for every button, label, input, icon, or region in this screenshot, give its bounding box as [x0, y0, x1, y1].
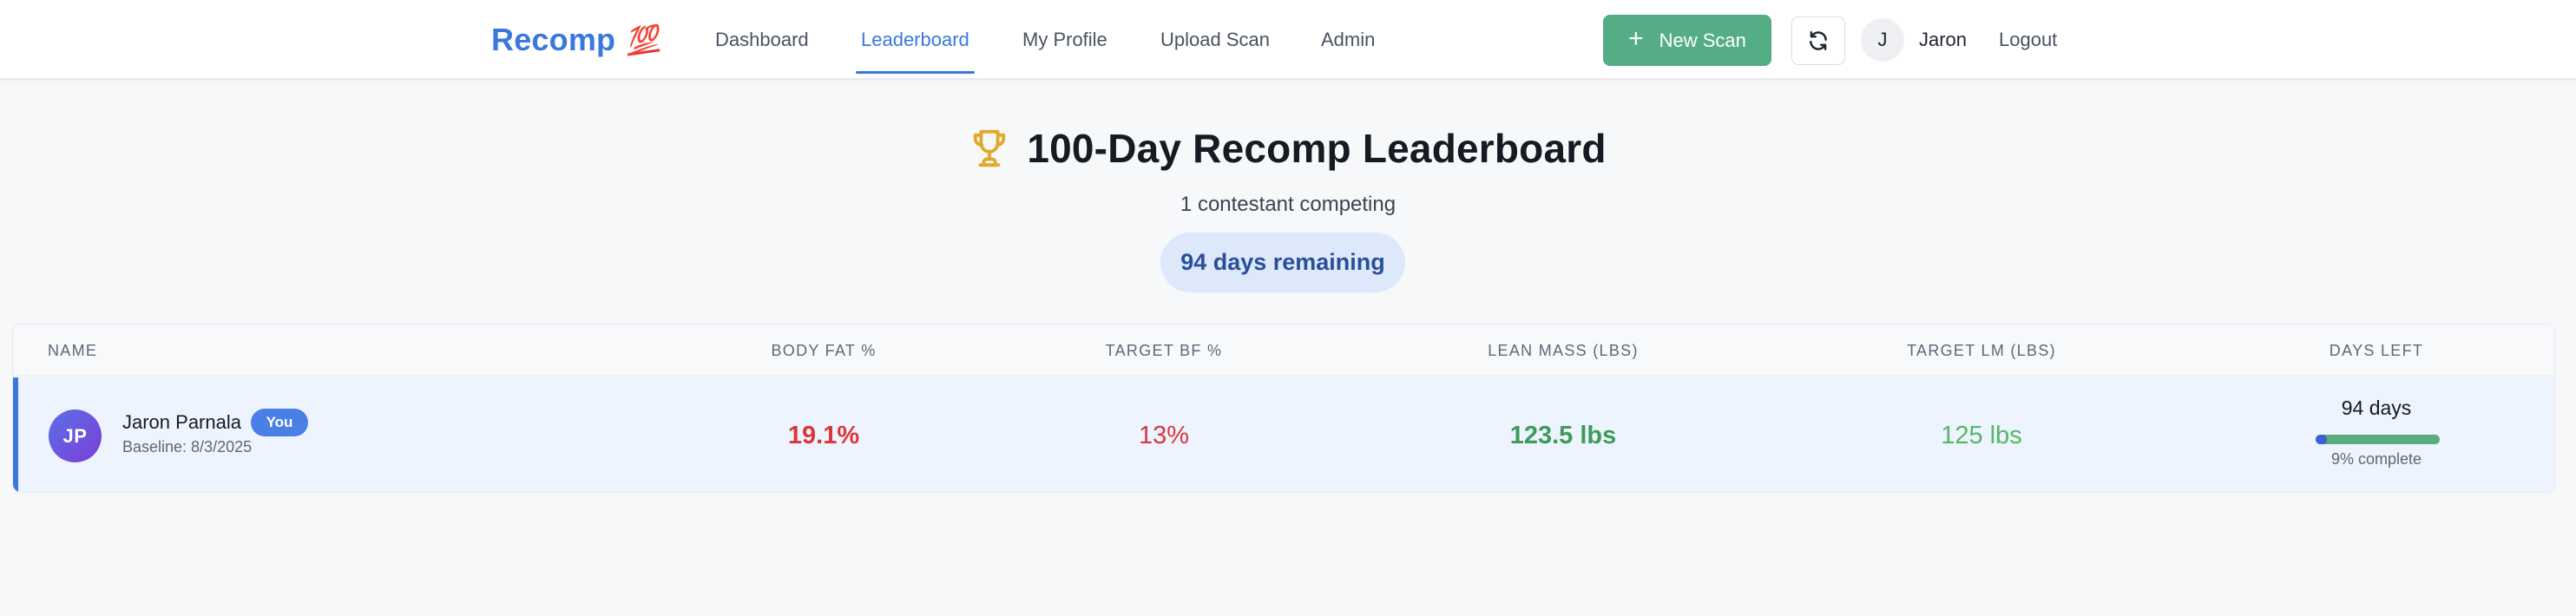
column-header-name: Name: [48, 341, 98, 359]
page-title: 100-Day Recomp Leaderboard: [1027, 126, 1607, 171]
days-left-cell: 94 days 9% complete: [2246, 377, 2507, 492]
column-header-target-bf: Target BF %: [1105, 341, 1223, 359]
contestant-avatar: JP: [49, 410, 102, 462]
brand-logo[interactable]: Recomp 💯: [491, 19, 660, 61]
top-navbar: Recomp 💯 Dashboard Leaderboard My Profil…: [0, 0, 2576, 80]
new-scan-button[interactable]: + New Scan: [1603, 15, 1771, 66]
refresh-icon: [1810, 31, 1827, 50]
column-header-lean-mass: Lean Mass (lbs): [1488, 341, 1639, 359]
progress-label: 9% complete: [2330, 450, 2422, 468]
hundred-points-icon: 💯: [623, 23, 660, 57]
new-scan-label: New Scan: [1659, 29, 1746, 51]
trophy-icon: [974, 129, 1006, 167]
column-header-body-fat: Body Fat %: [771, 341, 877, 359]
you-badge: You: [251, 409, 308, 436]
logout-link[interactable]: Logout: [1999, 0, 2057, 80]
target-lm-value: 125 lbs: [1941, 421, 2022, 449]
brand-name: Recomp: [491, 22, 616, 57]
leaderboard-table: Name Body Fat % Target BF % Lean Mass (l…: [12, 324, 2555, 493]
refresh-button[interactable]: [1791, 16, 1845, 65]
nav-leaderboard[interactable]: Leaderboard: [856, 0, 975, 80]
username: Jaron: [1919, 29, 1968, 50]
days-remaining-badge: 94 days remaining: [1160, 233, 1405, 292]
lean-mass-value: 123.5 lbs: [1509, 421, 1617, 449]
nav-my-profile[interactable]: My Profile: [1022, 0, 1107, 80]
column-header-target-lm: Target LM (lbs): [1907, 341, 2056, 359]
progress-bar-fill: [2316, 435, 2327, 444]
table-row[interactable]: JP Jaron Parnala You Baseline: 8/3/2025 …: [13, 377, 2554, 492]
plus-icon: +: [1628, 24, 1644, 53]
user-avatar[interactable]: J: [1861, 18, 1904, 62]
progress-bar: [2316, 435, 2440, 444]
days-left-value: 94 days: [2341, 396, 2412, 419]
contestant-count: 1 contestant competing: [1180, 193, 1396, 216]
contestant-name: Jaron Parnala: [122, 411, 241, 433]
nav-admin[interactable]: Admin: [1321, 0, 1375, 80]
page-header: 100-Day Recomp Leaderboard: [0, 120, 2576, 177]
body-fat-value: 19.1%: [787, 421, 860, 449]
table-header: Name Body Fat % Target BF % Lean Mass (l…: [13, 324, 2554, 377]
column-header-days-left: Days Left: [2329, 341, 2424, 359]
nav-upload-scan[interactable]: Upload Scan: [1160, 0, 1270, 80]
baseline-date: Baseline: 8/3/2025: [122, 438, 253, 455]
target-bf-value: 13%: [1138, 421, 1190, 449]
nav-dashboard[interactable]: Dashboard: [715, 0, 809, 80]
